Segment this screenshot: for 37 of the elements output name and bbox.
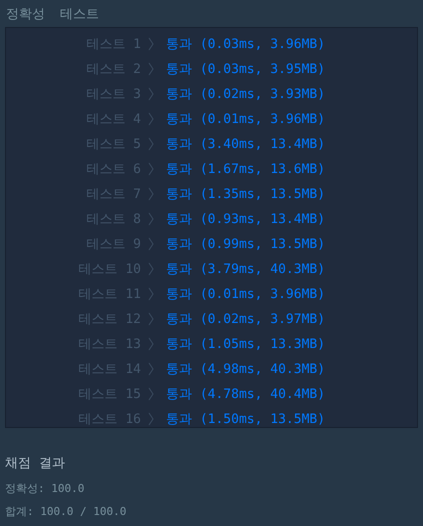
chevron-icon	[148, 62, 154, 76]
test-result: 통과 (0.01ms, 3.96MB)	[166, 110, 326, 128]
tab[interactable]: 정확성	[6, 5, 45, 27]
chevron-icon	[148, 86, 154, 100]
test-result: 통과 (4.78ms, 40.4MB)	[166, 386, 326, 402]
chevron-icon	[148, 262, 154, 276]
accuracy-score: 정확성: 100.0	[5, 481, 86, 496]
test-result: 통과 (1.05ms, 13.3MB)	[166, 336, 326, 352]
test-result: 통과 (1.35ms, 13.5MB)	[166, 186, 326, 202]
test-result: 통과 (1.50ms, 13.5MB)	[166, 410, 326, 428]
chevron-icon	[148, 386, 154, 400]
chevron-icon	[148, 362, 154, 376]
test-result: 통과 (1.67ms, 13.6MB)	[166, 160, 326, 178]
test-result: 통과 (4.98ms, 40.3MB)	[166, 360, 326, 378]
test-result: 통과 (3.40ms, 13.4MB)	[166, 136, 326, 152]
chevron-icon	[148, 186, 154, 200]
chevron-icon	[148, 212, 154, 226]
chevron-icon	[148, 162, 154, 176]
chevron-icon	[148, 236, 154, 250]
chevron-icon	[148, 136, 154, 150]
test-result: 통과 (0.03ms, 3.96MB)	[166, 36, 326, 52]
test-result: 통과 (0.02ms, 3.97MB)	[166, 310, 326, 328]
total-score: 합계: 100.0 / 100.0	[5, 504, 128, 519]
test-result: 통과 (0.01ms, 3.96MB)	[166, 286, 326, 302]
chevron-icon	[148, 312, 154, 326]
test-result: 통과 (0.02ms, 3.93MB)	[166, 86, 326, 102]
chevron-icon	[148, 112, 154, 126]
test-result: 통과 (0.99ms, 13.5MB)	[166, 236, 326, 252]
tab[interactable]: 테스트	[60, 5, 99, 27]
chevron-icon	[148, 286, 154, 300]
test-result: 통과 (0.93ms, 13.4MB)	[166, 210, 326, 228]
grading-title: 채점 결과	[5, 455, 66, 472]
chevron-icon	[148, 336, 154, 350]
test-result: 통과 (3.79ms, 40.3MB)	[166, 260, 326, 278]
chevron-icon	[148, 412, 154, 426]
test-result: 통과 (0.03ms, 3.95MB)	[166, 60, 326, 78]
chevron-icon	[148, 36, 154, 50]
